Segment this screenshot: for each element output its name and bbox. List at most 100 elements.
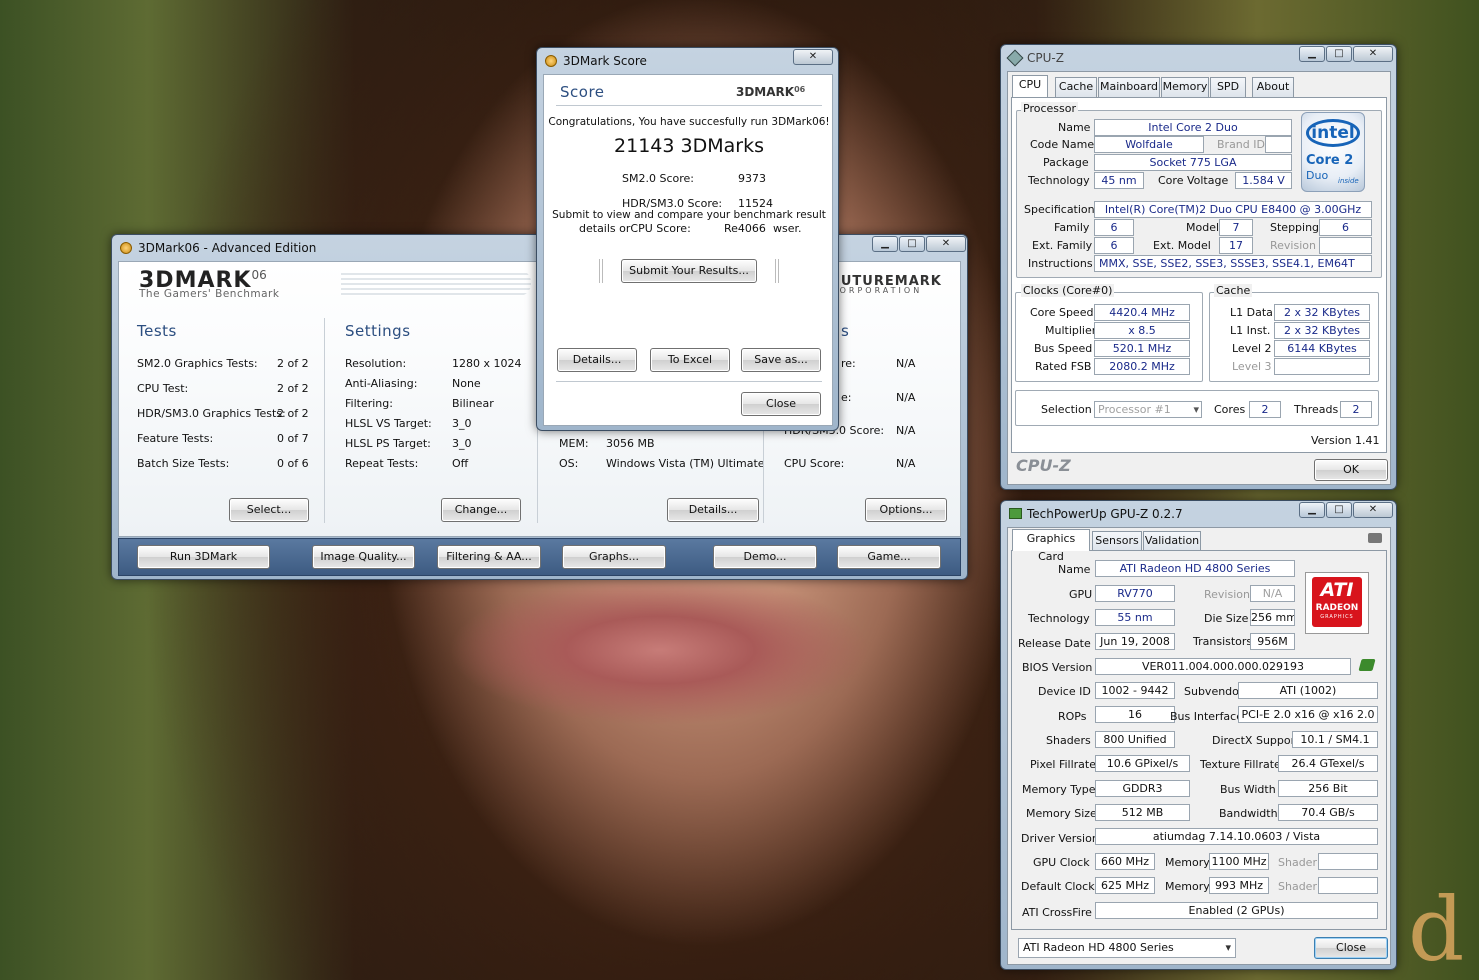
tab-cpu[interactable]: CPU — [1012, 75, 1048, 97]
deviceid-label: Device ID — [1038, 685, 1091, 698]
test-value: 2 of 2 — [277, 382, 309, 395]
graphs-button[interactable]: Graphs... — [562, 545, 666, 569]
gpuz-body: Graphics Card Sensors Validation Name AT… — [1007, 527, 1391, 965]
setting-label: Resolution: — [345, 357, 407, 370]
card-select[interactable]: ATI Radeon HD 4800 Series ▾ — [1018, 938, 1236, 958]
level3-field — [1274, 358, 1370, 375]
defshader-label: Shader — [1278, 880, 1317, 893]
score-details-button[interactable]: Details... — [557, 348, 637, 372]
tagline: The Gamers' Benchmark — [139, 288, 280, 300]
businterface-field: PCI-E 2.0 x16 @ x16 2.0 — [1238, 706, 1378, 723]
setting-value: Off — [452, 457, 469, 470]
rops-field: 16 — [1095, 706, 1175, 723]
subvendor-label: Subvendor — [1184, 685, 1244, 698]
options-button[interactable]: Options... — [865, 498, 947, 522]
level2-field: 6144 KBytes — [1274, 340, 1370, 357]
save-as-button[interactable]: Save as... — [741, 348, 821, 372]
desktop-watermark: d — [1408, 878, 1465, 980]
cpuz-ok-button[interactable]: OK — [1314, 459, 1388, 481]
directx-field: 10.1 / SM4.1 — [1292, 731, 1378, 748]
model-label: Model — [1186, 221, 1220, 234]
setting-value: 3_0 — [452, 417, 472, 430]
l1inst-label: L1 Inst. — [1230, 324, 1271, 337]
processor-select[interactable]: Processor #1 ▾ — [1094, 401, 1202, 418]
codename-field: Wolfdale — [1094, 136, 1204, 153]
tests-heading: Tests — [137, 322, 177, 340]
memclock-field: 1100 MHz — [1209, 853, 1269, 870]
futuremark-logo: FUTUREMARK CORPORATION — [831, 274, 942, 295]
gpuz-maximize-button[interactable]: □ — [1326, 502, 1352, 518]
score-close-button[interactable]: Close — [741, 392, 821, 416]
buswidth-field: 256 Bit — [1278, 780, 1378, 797]
defaultclock-label: Default Clock — [1021, 880, 1095, 893]
tab-sensors[interactable]: Sensors — [1092, 531, 1142, 551]
tab-memory[interactable]: Memory — [1161, 77, 1209, 97]
to-excel-button[interactable]: To Excel — [650, 348, 730, 372]
tab-cache[interactable]: Cache — [1055, 77, 1097, 97]
memclock-label: Memory — [1165, 856, 1210, 869]
cpuz-minimize-button[interactable]: ▁ — [1299, 46, 1325, 62]
tab-about[interactable]: About — [1252, 77, 1294, 97]
directx-label: DirectX Support — [1212, 734, 1300, 747]
tab-graphics-card[interactable]: Graphics Card — [1012, 529, 1090, 563]
transistors-label: Transistors — [1193, 635, 1253, 648]
test-label: CPU Test: — [137, 382, 189, 395]
selection-label: Selection — [1041, 403, 1092, 416]
cpuz-maximize-button[interactable]: □ — [1326, 46, 1352, 62]
codename-label: Code Name — [1030, 138, 1095, 151]
tab-spd[interactable]: SPD — [1210, 77, 1246, 97]
result-value: N/A — [896, 424, 916, 437]
system-label: MEM: — [559, 437, 589, 450]
score-3dmark-logo: 3DMARK06 — [736, 85, 806, 99]
technology-field: 45 nm — [1094, 172, 1144, 189]
change-settings-button[interactable]: Change... — [441, 498, 521, 522]
minimize-button[interactable]: ▁ — [872, 236, 898, 252]
revision-field: N/A — [1250, 585, 1295, 602]
image-quality-button[interactable]: Image Quality... — [312, 545, 415, 569]
test-value: 0 of 7 — [277, 432, 309, 445]
run-3dmark-button[interactable]: Run 3DMark — [137, 545, 270, 569]
cpuz-app-icon — [1006, 49, 1024, 67]
maximize-button[interactable]: □ — [899, 236, 925, 252]
camera-icon[interactable] — [1368, 533, 1382, 543]
score-close-window-button[interactable]: ✕ — [793, 49, 833, 65]
score-dialog-title: 3DMark Score — [563, 54, 647, 68]
defaultclock-field: 625 MHz — [1095, 877, 1155, 894]
submit-text: Submit to view and compare your benchmar… — [552, 209, 826, 221]
defshader-field — [1318, 877, 1378, 894]
brandid-field — [1265, 136, 1292, 153]
filtering-aa-button[interactable]: Filtering & AA... — [437, 545, 541, 569]
bios-label: BIOS Version — [1022, 661, 1093, 674]
tab-validation[interactable]: Validation — [1143, 531, 1201, 551]
test-value: 0 of 6 — [277, 457, 309, 470]
instructions-label: Instructions — [1028, 257, 1093, 270]
gpuz-minimize-button[interactable]: ▁ — [1299, 502, 1325, 518]
cpuz-close-window-button[interactable]: ✕ — [1353, 46, 1393, 62]
gpu-field: RV770 — [1095, 585, 1175, 602]
select-tests-button[interactable]: Select... — [229, 498, 309, 522]
revision-field — [1319, 237, 1372, 254]
family-field: 6 — [1094, 219, 1134, 236]
test-label: Batch Size Tests: — [137, 457, 230, 470]
gpu-label: GPU — [1069, 588, 1093, 601]
close-window-button[interactable]: ✕ — [926, 236, 966, 252]
memorytype-field: GDDR3 — [1095, 780, 1190, 797]
gpuz-window: TechPowerUp GPU-Z 0.2.7 ▁ □ ✕ Graphics C… — [1000, 500, 1397, 970]
l1data-field: 2 x 32 KBytes — [1274, 304, 1370, 321]
submit-text-2: details orCPU Score: — [579, 222, 691, 235]
demo-button[interactable]: Demo... — [713, 545, 817, 569]
game-button[interactable]: Game... — [837, 545, 941, 569]
header-stripes — [341, 270, 531, 296]
tab-mainboard[interactable]: Mainboard — [1098, 77, 1160, 97]
name-label: Name — [1058, 121, 1091, 134]
system-details-button[interactable]: Details... — [667, 498, 759, 522]
gpuz-close-button[interactable]: Close — [1314, 937, 1388, 959]
submit-text-4: wser. — [773, 222, 802, 235]
system-value: 3056 MB — [606, 437, 655, 450]
spec-field: Intel(R) Core(TM)2 Duo CPU E8400 @ 3.00G… — [1094, 201, 1372, 218]
submit-results-button[interactable]: Submit Your Results... — [621, 259, 757, 283]
name-field: Intel Core 2 Duo — [1094, 119, 1292, 136]
shaderclock-label: Shader — [1278, 856, 1317, 869]
gpuz-close-window-button[interactable]: ✕ — [1353, 502, 1393, 518]
gpuz-app-icon — [1009, 508, 1022, 519]
